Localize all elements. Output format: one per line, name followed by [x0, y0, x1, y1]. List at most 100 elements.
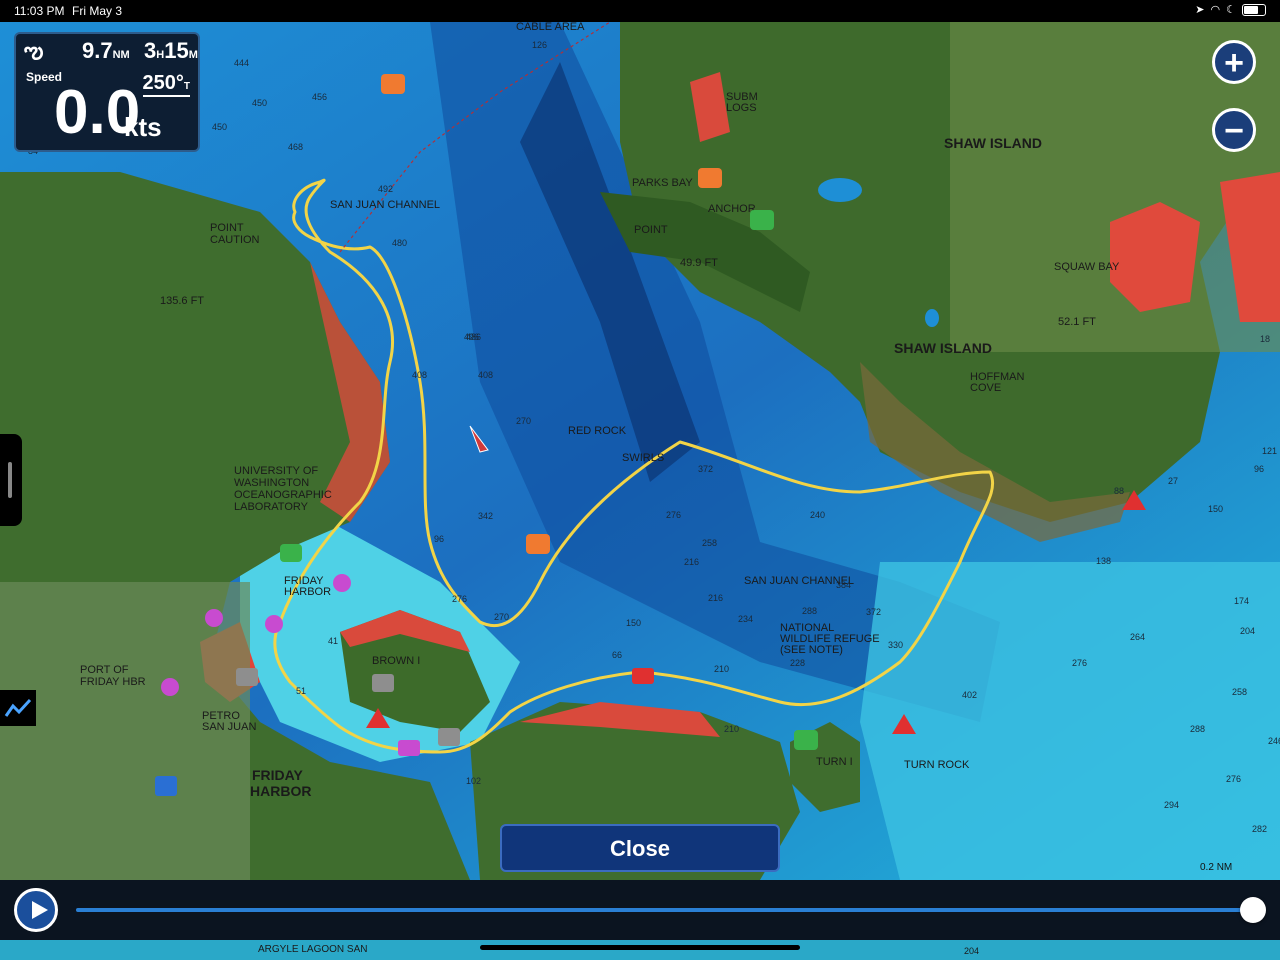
label-petro-2: SAN JUAN — [202, 721, 256, 733]
label-university-2: WASHINGTON — [234, 477, 309, 489]
depth-sounding: 288 — [1190, 724, 1205, 734]
label-anchor: ANCHOR — [708, 203, 756, 215]
marina-icon[interactable] — [205, 609, 223, 627]
status-icons: ➤ ◠ ☾ — [1195, 3, 1266, 16]
marina-icon[interactable] — [265, 615, 283, 633]
depth-sounding: 270 — [516, 416, 531, 426]
anchorage-icon[interactable] — [750, 210, 774, 230]
depth-sounding: 264 — [1130, 632, 1145, 642]
depth-sounding: 150 — [1208, 504, 1223, 514]
depth-sounding: 330 — [888, 640, 903, 650]
depth-sounding: 258 — [702, 538, 717, 548]
depth-sounding: 138 — [1096, 556, 1111, 566]
label-red-rock: RED ROCK — [568, 425, 627, 437]
home-indicator[interactable] — [480, 945, 800, 950]
label-shaw-island-top: SHAW ISLAND — [944, 135, 1042, 151]
depth-sounding: 468 — [288, 142, 303, 152]
comment-marker-icon[interactable] — [438, 728, 460, 746]
depth-sounding: 66 — [612, 650, 622, 660]
label-brown-island: BROWN I — [372, 655, 420, 667]
depth-sounding: 294 — [1164, 800, 1179, 810]
depth-sounding: 258 — [1232, 687, 1247, 697]
playback-slider-track[interactable] — [76, 908, 1252, 912]
label-turn-island: TURN I — [816, 756, 853, 768]
depth-sounding: 408 — [412, 370, 427, 380]
anchorage-icon[interactable] — [794, 730, 818, 750]
depth-sounding: 88 — [1114, 486, 1124, 496]
depth-sounding: 126 — [532, 40, 547, 50]
side-drawer-handle[interactable] — [0, 434, 22, 526]
depth-sounding: 240 — [810, 510, 825, 520]
warning-marker-icon[interactable] — [632, 668, 654, 684]
map-bottom-strip: ARGYLE LAGOON SAN 204 — [0, 940, 1280, 960]
depth-sounding: 402 — [962, 690, 977, 700]
depth-sounding: 408 — [478, 370, 493, 380]
trip-duration: 3H15M — [144, 38, 198, 63]
depth-sounding: 216 — [708, 593, 723, 603]
depth-sounding: 96 — [1254, 464, 1264, 474]
depth-sounding: 480 — [392, 238, 407, 248]
trip-distance: 9.7NM — [82, 38, 130, 63]
label-swirls: SWIRLS — [622, 452, 664, 464]
label-port-of-2: FRIDAY HBR — [80, 676, 146, 688]
label-cable-area: CABLE AREA — [516, 22, 585, 33]
playback-bar — [0, 880, 1280, 940]
chart-graph-icon[interactable] — [0, 690, 36, 726]
label-subm-logs-2: LOGS — [726, 102, 757, 114]
wifi-icon: ◠ — [1210, 4, 1221, 16]
depth-sounding: 174 — [1234, 596, 1249, 606]
status-date: Fri May 3 — [72, 4, 123, 18]
zoom-out-button[interactable]: − — [1212, 108, 1256, 152]
label-university-1: UNIVERSITY OF — [234, 465, 318, 477]
close-button[interactable]: Close — [500, 824, 780, 872]
depth-sounding: 150 — [626, 618, 641, 628]
label-friday-harbor-small-2: HARBOR — [284, 586, 331, 598]
depth-sounding: 216 — [684, 557, 699, 567]
label-argyle-lagoon: ARGYLE LAGOON SAN — [258, 944, 368, 955]
depth-sounding: 384 — [836, 580, 851, 590]
label-parks-bay: PARKS BAY — [632, 177, 693, 189]
label-university-4: LABORATORY — [234, 501, 309, 513]
anchorage-icon[interactable] — [280, 544, 302, 562]
fuel-marker-icon[interactable] — [398, 740, 420, 756]
marina-icon[interactable] — [333, 574, 351, 592]
orange-marker-icon[interactable] — [526, 534, 550, 554]
depth-sounding: 450 — [252, 98, 267, 108]
app-logo-icon: ఌ — [24, 38, 44, 63]
depth-sounding: 444 — [234, 58, 249, 68]
orange-marker-icon[interactable] — [698, 168, 722, 188]
depth-sounding: 276 — [666, 510, 681, 520]
depth-sounding: 342 — [478, 511, 493, 521]
play-icon[interactable] — [14, 888, 58, 932]
depth-sounding: 210 — [724, 724, 739, 734]
depth-sounding: 228 — [790, 658, 805, 668]
trip-info-panel: ఌ 9.7NM 3H15M Speed 250°T 0.0 kts — [14, 32, 200, 152]
label-point-caution-1: POINT — [210, 222, 244, 234]
depth-sounding: 27 — [1168, 476, 1178, 486]
depth-sounding: 102 — [466, 776, 481, 786]
label-squaw-bay: SQUAW BAY — [1054, 261, 1120, 273]
depth-sounding: 276 — [452, 594, 467, 604]
label-shaw-island: SHAW ISLAND — [894, 340, 992, 356]
label-point-caution-2: CAUTION — [210, 234, 260, 246]
depth-sounding: 372 — [698, 464, 713, 474]
depth-sounding: 486 — [466, 332, 481, 342]
label-turn-rock: TURN ROCK — [904, 759, 970, 771]
depth-sounding: 51 — [296, 686, 306, 696]
zoom-in-button[interactable]: + — [1212, 40, 1256, 84]
shopping-cart-icon[interactable] — [155, 776, 177, 796]
location-icon: ➤ — [1195, 4, 1205, 16]
comment-marker-icon[interactable] — [236, 668, 258, 686]
depth-sounding: 41 — [328, 636, 338, 646]
depth-sounding: 121 — [1262, 446, 1277, 456]
label-friday-harbor-2: HARBOR — [250, 783, 311, 799]
depth-sounding: 456 — [312, 92, 327, 102]
orange-marker-icon[interactable] — [381, 74, 405, 94]
label-port-of-1: PORT OF — [80, 664, 129, 676]
playback-slider-thumb[interactable] — [1240, 897, 1266, 923]
status-time: 11:03 PM — [14, 4, 65, 18]
marina-icon[interactable] — [161, 678, 179, 696]
label-national-3: (SEE NOTE) — [780, 644, 843, 656]
comment-marker-icon[interactable] — [372, 674, 394, 692]
depth-sounding: 204 — [1240, 626, 1255, 636]
